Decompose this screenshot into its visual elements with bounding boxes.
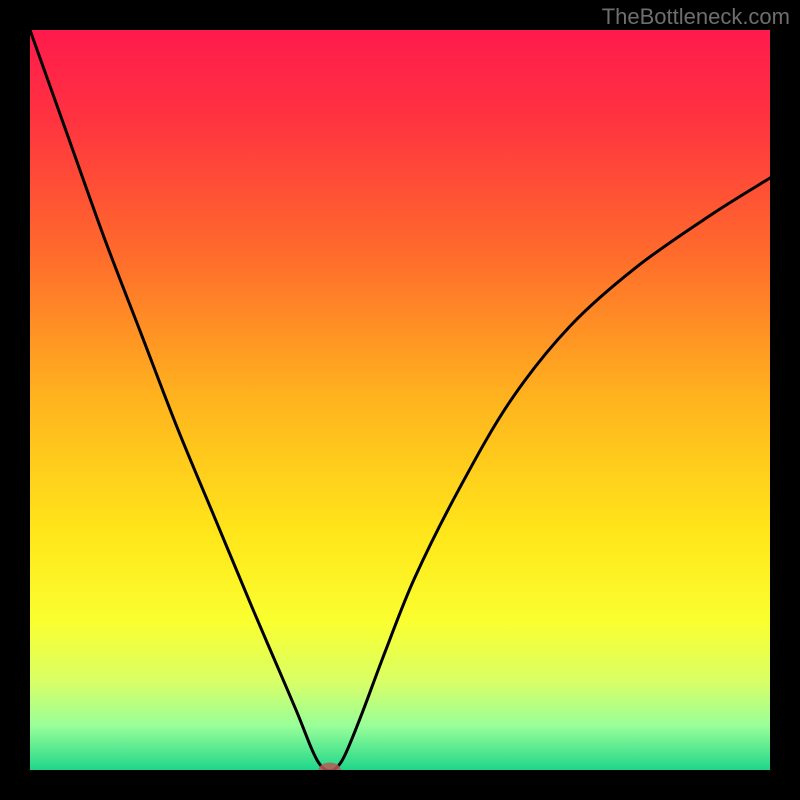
plot-area (30, 30, 770, 770)
watermark-text: TheBottleneck.com (602, 4, 790, 30)
bottleneck-chart (30, 30, 770, 770)
gradient-background (30, 30, 770, 770)
chart-frame: TheBottleneck.com (0, 0, 800, 800)
